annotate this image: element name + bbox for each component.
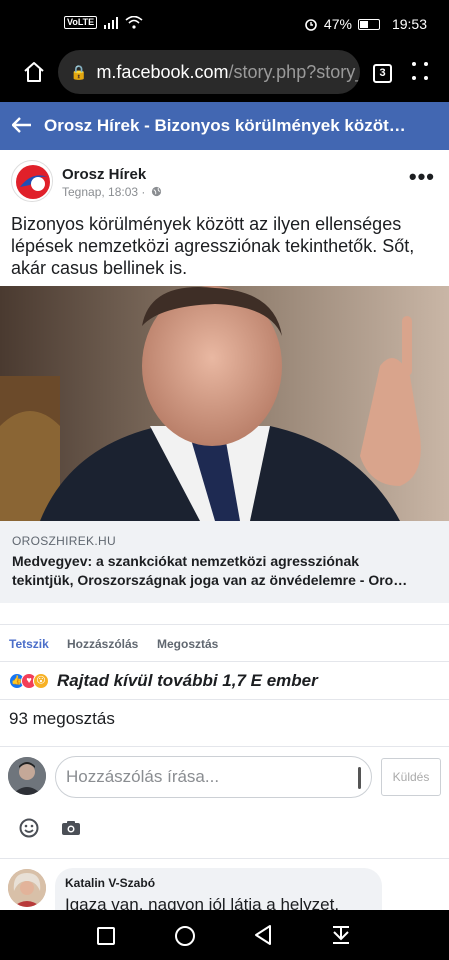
post-photo[interactable] [0, 286, 449, 521]
comment-button[interactable]: Hozzászólás [67, 637, 138, 651]
text-cursor [358, 767, 361, 789]
comment-input[interactable]: Hozzászólás írása... [55, 756, 372, 798]
wifi-icon [125, 16, 143, 29]
share-button[interactable]: Megosztás [157, 637, 218, 651]
lock-icon: 🔒 [70, 63, 88, 80]
comment-placeholder: Hozzászólás írása... [66, 767, 220, 786]
globe-icon [151, 186, 161, 197]
page-header: Orosz Hírek - Bizonyos körülmények közöt… [0, 102, 449, 150]
clock-time: 19:53 [391, 16, 427, 32]
hide-nav-icon[interactable] [330, 924, 352, 946]
page-name[interactable]: Orosz Hírek [62, 166, 146, 183]
link-preview[interactable]: OROSZHIREK.HU Medvegyev: a szankciókat n… [0, 521, 449, 603]
page-avatar[interactable] [11, 160, 53, 202]
link-title-line-1: Medvegyev: a szankciókat nemzetközi agre… [12, 553, 360, 569]
link-title-line-2: tekintjük, Oroszországnak joga van az ön… [12, 572, 408, 588]
address-bar[interactable]: 🔒 m.facebook.com/story.php?story_f [58, 50, 360, 94]
url-path: /story.php?story_f [228, 61, 361, 82]
comment-author[interactable]: Katalin V-Szabó [65, 876, 372, 890]
share-count[interactable]: 93 megosztás [9, 709, 115, 729]
wow-reaction-icon: 😮 [33, 672, 49, 689]
home-button[interactable] [175, 926, 195, 946]
home-icon[interactable] [22, 60, 46, 84]
comment-text: Igaza van, nagyon jól látja a helyzet. [65, 895, 340, 910]
reactions-summary[interactable]: 👍 ♥ 😮 Rajtad kívül további 1,7 E ember [0, 662, 449, 700]
signal-icon [104, 16, 119, 29]
like-button[interactable]: Tetszik [9, 637, 49, 651]
post-meta: Tegnap, 18:03 · [62, 185, 162, 199]
comment-bubble: Katalin V-Szabó Igaza van, nagyon jól lá… [55, 868, 382, 910]
system-nav-bar [0, 910, 449, 960]
user-avatar [8, 757, 46, 795]
post-actions: Tetszik Hozzászólás Megosztás [0, 624, 449, 662]
link-domain: OROSZHIREK.HU [12, 534, 116, 548]
send-button[interactable]: Küldés [381, 758, 441, 796]
more-options-icon[interactable]: ••• [409, 164, 435, 190]
emoji-icon[interactable] [19, 818, 39, 838]
battery-percent: 47% [323, 16, 352, 32]
post-timestamp[interactable]: Tegnap, 18:03 · [62, 185, 145, 199]
tab-switcher-button[interactable]: 3 [373, 64, 392, 83]
post-text: Bizonyos körülmények között az ilyen ell… [11, 214, 415, 278]
post-header: Orosz Hírek Tegnap, 18:03 · ••• [0, 150, 449, 210]
back-arrow-icon[interactable] [0, 113, 44, 139]
page-title: Orosz Hírek - Bizonyos körülmények közöt… [44, 116, 406, 135]
alarm-icon [305, 19, 317, 31]
camera-icon[interactable] [61, 820, 81, 836]
comment-composer: Hozzászólás írása... Küldés [0, 747, 449, 857]
url-host: m.facebook.com [96, 61, 229, 82]
back-button[interactable] [253, 924, 273, 946]
browser-menu-icon[interactable] [412, 62, 430, 82]
commenter-avatar[interactable] [8, 869, 46, 907]
battery-icon [357, 18, 380, 30]
comment-item: Katalin V-Szabó Igaza van, nagyon jól lá… [0, 858, 449, 910]
browser-toolbar: 🔒 m.facebook.com/story.php?story_f 3 [0, 42, 449, 102]
reactions-text: Rajtad kívül további 1,7 E ember [57, 670, 318, 690]
volte-indicator: VoLTE [64, 16, 98, 29]
recent-apps-button[interactable] [97, 927, 115, 945]
